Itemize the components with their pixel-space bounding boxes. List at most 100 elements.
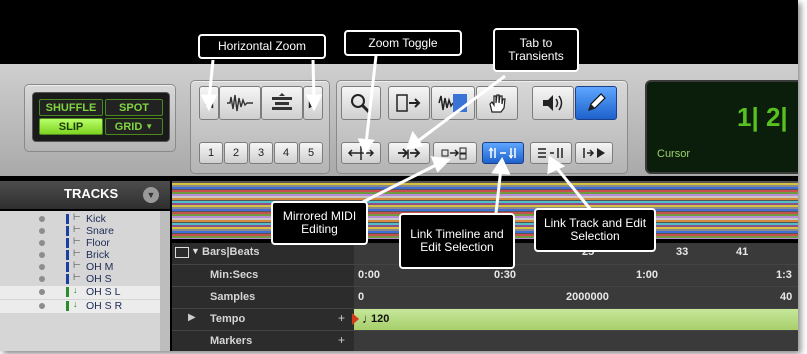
track-type-bar bbox=[66, 287, 69, 297]
track-type-bar bbox=[66, 274, 69, 284]
folder-arrow-icon: ⊢ bbox=[73, 212, 81, 222]
callout-zoom-toggle: Zoom Toggle bbox=[344, 30, 462, 56]
tempo-marker-icon bbox=[352, 313, 359, 325]
bars-beats-label: Bars|Beats bbox=[202, 246, 260, 258]
markers-timeline bbox=[354, 331, 798, 351]
hand-icon bbox=[489, 94, 506, 113]
zoom-toggle-button[interactable] bbox=[341, 142, 381, 164]
track-type-bar bbox=[66, 238, 69, 248]
scrubber-tool-button[interactable] bbox=[532, 86, 574, 120]
zoom-preset-1[interactable]: 1 bbox=[199, 142, 223, 164]
track-name: OH S L bbox=[86, 286, 121, 298]
down-arrow-icon: ↓ bbox=[73, 285, 78, 295]
min-secs-tick: 0:00 bbox=[358, 269, 381, 281]
spot-mode-button[interactable]: SPOT bbox=[105, 99, 163, 116]
pencil-icon bbox=[588, 93, 606, 111]
link-track-edit-selection-button[interactable] bbox=[530, 142, 572, 164]
zoomer-tool-button[interactable] bbox=[341, 86, 381, 120]
tempo-value: 120 bbox=[371, 313, 390, 325]
magnifier-icon bbox=[351, 94, 371, 114]
main-counter[interactable]: 1| 2| Cursor bbox=[645, 80, 798, 174]
triangle-left-icon: ◀ bbox=[204, 97, 214, 110]
edit-mode-panel: SHUFFLE SPOT SLIP GRID ▼ bbox=[32, 92, 170, 142]
track-type-bar bbox=[66, 250, 69, 260]
slip-mode-button[interactable]: SLIP bbox=[39, 118, 103, 135]
track-name: Kick bbox=[86, 213, 106, 225]
callout-link-timeline-edit-selection: Link Timeline and Edit Selection bbox=[399, 213, 515, 269]
bars-tick: 41 bbox=[736, 246, 749, 258]
markers-label: Markers bbox=[210, 335, 253, 347]
track-status-dot bbox=[39, 228, 45, 234]
track-status-dot bbox=[39, 240, 45, 246]
pencil-tool-button[interactable] bbox=[575, 86, 617, 120]
tracks-menu-button[interactable]: ▼ bbox=[143, 187, 159, 203]
track-status-dot bbox=[39, 303, 45, 309]
track-status-dot bbox=[39, 216, 45, 222]
track-row[interactable]: ↓ OH S R bbox=[0, 299, 170, 313]
expand-triangle-icon: ▶ bbox=[188, 312, 196, 323]
folder-arrow-icon: ⊢ bbox=[73, 248, 81, 258]
tracks-title: TRACKS bbox=[64, 186, 119, 201]
midi-zoom-icon bbox=[272, 93, 292, 110]
down-arrow-icon: ↓ bbox=[73, 299, 78, 309]
grabber-tool-button[interactable] bbox=[476, 86, 518, 120]
samples-tick: 0 bbox=[358, 291, 365, 303]
speaker-icon bbox=[543, 95, 563, 111]
callout-mirrored-midi-editing: Mirrored MIDI Editing bbox=[271, 201, 368, 245]
callout-link-track-edit-selection: Link Track and Edit Selection bbox=[534, 208, 656, 252]
add-tempo-icon[interactable]: + bbox=[338, 311, 345, 325]
trim-tool-button[interactable] bbox=[388, 86, 430, 120]
tempo-ruler[interactable]: ▶ Tempo + ♩ 120 bbox=[172, 309, 798, 331]
zoom-preset-5[interactable]: 5 bbox=[299, 142, 323, 164]
folder-arrow-icon: ⊢ bbox=[73, 260, 81, 270]
track-row[interactable]: ⊢ Brick bbox=[0, 248, 170, 261]
min-secs-tick: 1:00 bbox=[636, 269, 659, 281]
shuffle-mode-button[interactable]: SHUFFLE bbox=[39, 99, 103, 116]
track-row[interactable]: ⊢ Snare bbox=[0, 224, 170, 237]
track-type-bar bbox=[66, 301, 69, 311]
grid-mode-button[interactable]: GRID ▼ bbox=[105, 118, 163, 135]
samples-timeline: 0 2000000 40 bbox=[354, 287, 798, 308]
track-row[interactable]: ⊢ Kick bbox=[0, 212, 170, 225]
zoom-in-button[interactable]: ▶ bbox=[303, 86, 323, 120]
insertion-follows-playback-button[interactable] bbox=[575, 142, 613, 164]
link-timeline-edit-selection-button[interactable] bbox=[482, 142, 524, 164]
midi-zoom-button[interactable] bbox=[261, 86, 303, 120]
selector-tool-button[interactable] bbox=[431, 86, 475, 120]
audio-zoom-button[interactable] bbox=[219, 86, 261, 120]
callout-horizontal-zoom: Horizontal Zoom bbox=[198, 34, 326, 59]
trim-icon bbox=[396, 94, 421, 112]
track-type-bar bbox=[66, 214, 69, 224]
add-marker-icon[interactable]: + bbox=[338, 333, 345, 347]
tempo-timeline: ♩ 120 bbox=[352, 309, 798, 330]
ruler-view-icon bbox=[175, 247, 189, 258]
zoom-preset-3[interactable]: 3 bbox=[249, 142, 273, 164]
tracks-list: ⊢ Kick ⊢ Snare ⊢ Floor ⊢ Brick ⊢ OH M ⊢ OH S ↓… bbox=[0, 211, 170, 351]
zoom-preset-4[interactable]: 4 bbox=[274, 142, 298, 164]
mirrored-midi-editing-button[interactable] bbox=[433, 142, 477, 164]
grid-mode-label: GRID bbox=[114, 120, 143, 133]
track-row[interactable]: ⊢ Floor bbox=[0, 236, 170, 249]
selector-waveform-icon bbox=[438, 94, 467, 112]
bars-tick: 33 bbox=[676, 246, 689, 258]
folder-arrow-icon: ⊢ bbox=[73, 224, 81, 234]
tab-transients-icon bbox=[398, 147, 421, 159]
track-status-dot bbox=[39, 252, 45, 258]
track-status-dot bbox=[39, 276, 45, 282]
zoom-preset-2[interactable]: 2 bbox=[224, 142, 248, 164]
folder-arrow-icon: ⊢ bbox=[73, 272, 81, 282]
track-type-bar bbox=[66, 226, 69, 236]
samples-tick: 2000000 bbox=[566, 291, 609, 303]
track-row[interactable]: ↓ OH S L bbox=[0, 285, 170, 299]
track-row[interactable]: ⊢ OH M bbox=[0, 260, 170, 273]
markers-ruler[interactable]: Markers + bbox=[172, 331, 798, 351]
samples-label: Samples bbox=[210, 291, 256, 303]
samples-ruler[interactable]: Samples 0 2000000 40 bbox=[172, 287, 798, 309]
track-row[interactable]: ⊢ OH S bbox=[0, 272, 170, 285]
samples-tick: 40 bbox=[780, 291, 793, 303]
tracks-scrollbar[interactable] bbox=[160, 211, 170, 351]
zoom-out-button[interactable]: ◀ bbox=[199, 86, 219, 120]
tab-to-transients-button[interactable] bbox=[388, 142, 430, 164]
track-name: Brick bbox=[86, 249, 110, 261]
zoom-toggle-icon bbox=[347, 146, 375, 160]
